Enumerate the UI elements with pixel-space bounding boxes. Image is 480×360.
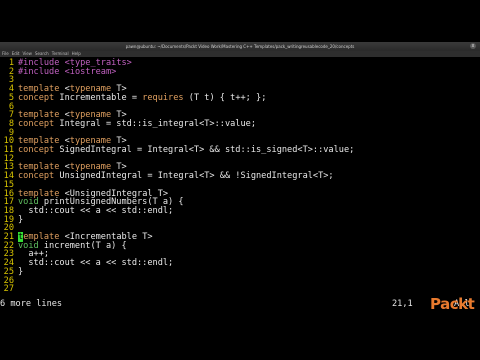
cursor-position: 21,1 <box>392 299 413 309</box>
code-line: 27 <box>0 284 480 295</box>
title-bar: pawn@ubuntu: ~/Documents/Packt Video Wor… <box>0 42 480 51</box>
menu-bar: File Edit View Search Terminal Help <box>0 51 480 57</box>
menu-edit[interactable]: Edit <box>12 51 20 57</box>
packt-logo-text: Packt <box>430 295 475 313</box>
line-number: 27 <box>3 284 14 295</box>
status-message: 6 more lines <box>0 299 63 309</box>
menu-terminal[interactable]: Terminal <box>52 51 69 57</box>
close-icon[interactable]: x <box>470 43 476 49</box>
letterbox-bottom <box>0 318 480 360</box>
menu-view[interactable]: View <box>22 51 32 57</box>
status-bar: 6 more lines 21,1 All <box>0 298 480 310</box>
packt-logo: Packt <box>430 294 475 316</box>
code-editor[interactable]: 1 #include <type_traits> 2 #include <iostre… <box>0 58 480 298</box>
window-controls: x <box>470 43 476 49</box>
menu-help[interactable]: Help <box>72 51 81 57</box>
menu-search[interactable]: Search <box>35 51 49 57</box>
letterbox-top <box>0 0 480 42</box>
menu-file[interactable]: File <box>2 51 9 57</box>
video-frame: pawn@ubuntu: ~/Documents/Packt Video Wor… <box>0 0 480 360</box>
terminal-window: pawn@ubuntu: ~/Documents/Packt Video Wor… <box>0 42 480 318</box>
window-title: pawn@ubuntu: ~/Documents/Packt Video Wor… <box>125 44 355 49</box>
